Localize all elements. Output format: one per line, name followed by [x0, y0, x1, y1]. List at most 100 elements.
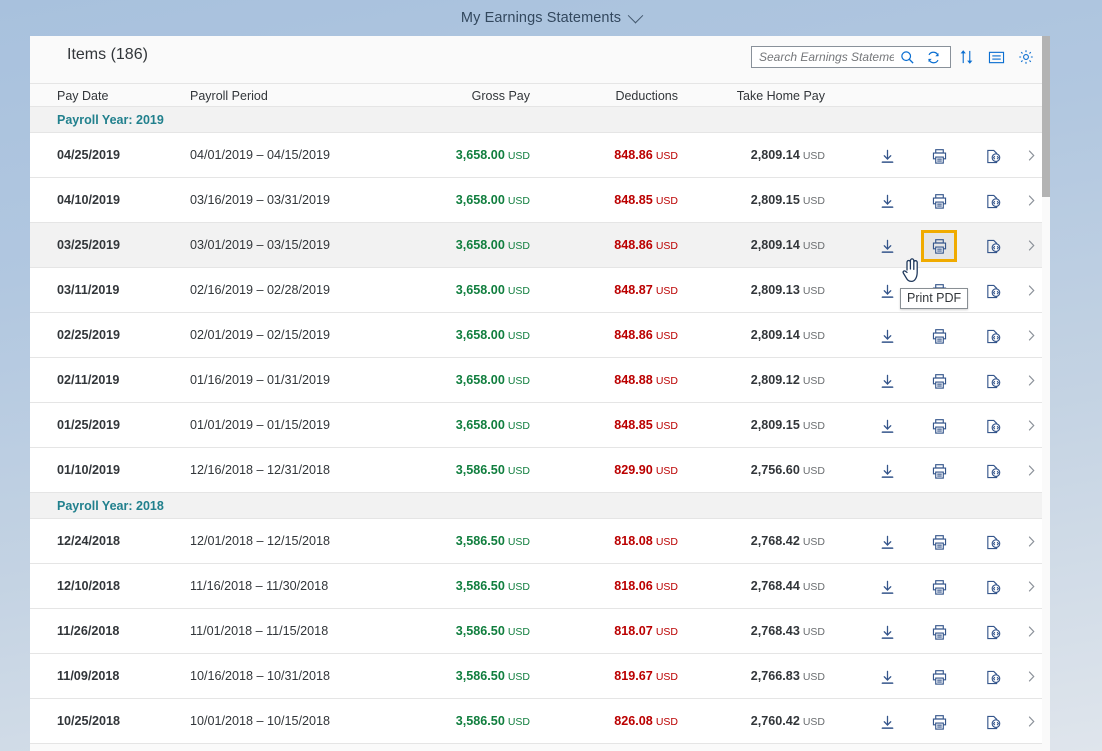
- table-row[interactable]: 02/25/201902/01/2019 – 02/15/20193,658.0…: [30, 313, 1050, 358]
- view-source-button[interactable]: [981, 530, 1005, 554]
- view-source-button[interactable]: [981, 710, 1005, 734]
- take-home-pay-value: 2,809.15: [751, 418, 800, 432]
- chevron-down-icon[interactable]: [628, 7, 644, 23]
- refresh-icon[interactable]: [920, 46, 946, 68]
- take-home-pay-value: 2,768.44: [751, 579, 800, 593]
- table-row[interactable]: 03/11/201902/16/2019 – 02/28/20193,658.0…: [30, 268, 1050, 313]
- currency-label: USD: [803, 195, 825, 207]
- currency-label: USD: [803, 420, 825, 432]
- print-pdf-button[interactable]: [927, 665, 951, 689]
- print-pdf-button[interactable]: [927, 530, 951, 554]
- table-row[interactable]: 04/25/201904/01/2019 – 04/15/20193,658.0…: [30, 133, 1050, 178]
- take-home-pay-value: 2,809.14: [751, 238, 800, 252]
- navigate-detail-button[interactable]: [1023, 668, 1039, 684]
- download-button[interactable]: [875, 234, 899, 258]
- print-pdf-button[interactable]: [927, 144, 951, 168]
- download-button[interactable]: [875, 530, 899, 554]
- print-pdf-button[interactable]: [927, 369, 951, 393]
- search-icon[interactable]: [894, 46, 920, 68]
- table-row[interactable]: 11/09/201810/16/2018 – 10/31/20183,586.5…: [30, 654, 1050, 699]
- print-pdf-button[interactable]: [927, 324, 951, 348]
- view-source-button[interactable]: [981, 144, 1005, 168]
- sort-icon: [959, 49, 974, 65]
- download-button[interactable]: [875, 369, 899, 393]
- print-pdf-button[interactable]: [927, 620, 951, 644]
- take-home-pay-value: 2,756.60: [751, 463, 800, 477]
- view-source-button[interactable]: [981, 189, 1005, 213]
- view-source-button[interactable]: [981, 620, 1005, 644]
- view-source-button[interactable]: [981, 279, 1005, 303]
- view-source-button[interactable]: [981, 414, 1005, 438]
- view-source-button[interactable]: [981, 324, 1005, 348]
- navigate-detail-button[interactable]: [1023, 462, 1039, 478]
- take-home-pay-value: 2,768.43: [751, 624, 800, 638]
- table-row[interactable]: 04/10/201903/16/2019 – 03/31/20193,658.0…: [30, 178, 1050, 223]
- navigate-detail-button[interactable]: [1023, 417, 1039, 433]
- table-row[interactable]: 03/25/201903/01/2019 – 03/15/20193,658.0…: [30, 223, 1050, 268]
- download-button[interactable]: [875, 279, 899, 303]
- navigate-detail-button[interactable]: [1023, 533, 1039, 549]
- page-title-menu[interactable]: My Earnings Statements: [461, 10, 641, 26]
- view-source-button[interactable]: [981, 459, 1005, 483]
- cell-take-home-pay: 2,809.15USD: [30, 418, 825, 432]
- view-source-button[interactable]: [981, 665, 1005, 689]
- vertical-scrollbar-thumb[interactable]: [1042, 36, 1050, 197]
- table-row[interactable]: 12/24/201812/01/2018 – 12/15/20183,586.5…: [30, 519, 1050, 564]
- take-home-pay-value: 2,760.42: [751, 714, 800, 728]
- settings-button[interactable]: [1011, 44, 1041, 70]
- navigate-detail-button[interactable]: [1023, 623, 1039, 639]
- search-field[interactable]: [751, 46, 951, 68]
- navigate-detail-button[interactable]: [1023, 282, 1039, 298]
- table-row[interactable]: 01/10/201912/16/2018 – 12/31/20183,586.5…: [30, 448, 1050, 493]
- download-button[interactable]: [875, 144, 899, 168]
- view-source-button[interactable]: [981, 234, 1005, 258]
- download-button[interactable]: [875, 459, 899, 483]
- column-header-take-home-pay[interactable]: Take Home Pay: [30, 89, 825, 103]
- view-source-button[interactable]: [981, 369, 1005, 393]
- print-pdf-button[interactable]: [927, 710, 951, 734]
- table-row[interactable]: 02/11/201901/16/2019 – 01/31/20193,658.0…: [30, 358, 1050, 403]
- navigate-detail-button[interactable]: [1023, 237, 1039, 253]
- navigate-detail-button[interactable]: [1023, 578, 1039, 594]
- view-source-button[interactable]: [981, 575, 1005, 599]
- group-header-payroll-year[interactable]: Payroll Year: 2019: [30, 107, 1050, 133]
- download-button[interactable]: [875, 620, 899, 644]
- cell-take-home-pay: 2,768.43USD: [30, 624, 825, 638]
- currency-label: USD: [803, 375, 825, 387]
- cell-take-home-pay: 2,809.12USD: [30, 373, 825, 387]
- sort-button[interactable]: [951, 44, 981, 70]
- navigate-detail-button[interactable]: [1023, 713, 1039, 729]
- print-pdf-button[interactable]: [924, 233, 954, 259]
- download-button[interactable]: [875, 324, 899, 348]
- take-home-pay-value: 2,809.14: [751, 328, 800, 342]
- navigate-detail-button[interactable]: [1023, 147, 1039, 163]
- take-home-pay-value: 2,809.15: [751, 193, 800, 207]
- table-row[interactable]: 01/25/201901/01/2019 – 01/15/20193,658.0…: [30, 403, 1050, 448]
- currency-label: USD: [803, 330, 825, 342]
- print-pdf-button[interactable]: [927, 414, 951, 438]
- table-row[interactable]: 12/10/201811/16/2018 – 11/30/20183,586.5…: [30, 564, 1050, 609]
- table-row[interactable]: 10/25/201810/01/2018 – 10/15/20183,586.5…: [30, 699, 1050, 744]
- tooltip-print-pdf: Print PDF: [900, 288, 968, 309]
- table-row[interactable]: 11/26/201811/01/2018 – 11/15/20183,586.5…: [30, 609, 1050, 654]
- cell-take-home-pay: 2,809.14USD: [30, 238, 825, 252]
- download-button[interactable]: [875, 189, 899, 213]
- vertical-scrollbar-track[interactable]: [1042, 36, 1050, 751]
- group-button[interactable]: [981, 44, 1011, 70]
- group-icon: [988, 50, 1005, 65]
- navigate-detail-button[interactable]: [1023, 327, 1039, 343]
- search-input[interactable]: [759, 50, 894, 64]
- download-button[interactable]: [875, 710, 899, 734]
- print-pdf-button[interactable]: [927, 189, 951, 213]
- download-button[interactable]: [875, 665, 899, 689]
- navigate-detail-button[interactable]: [1023, 192, 1039, 208]
- download-button[interactable]: [875, 414, 899, 438]
- download-button[interactable]: [875, 575, 899, 599]
- earnings-list: Payroll Year: 201904/25/201904/01/2019 –…: [30, 107, 1050, 744]
- currency-label: USD: [803, 465, 825, 477]
- group-header-payroll-year[interactable]: Payroll Year: 2018: [30, 493, 1050, 519]
- print-pdf-button[interactable]: [927, 459, 951, 483]
- navigate-detail-button[interactable]: [1023, 372, 1039, 388]
- print-pdf-button[interactable]: [927, 575, 951, 599]
- currency-label: USD: [803, 536, 825, 548]
